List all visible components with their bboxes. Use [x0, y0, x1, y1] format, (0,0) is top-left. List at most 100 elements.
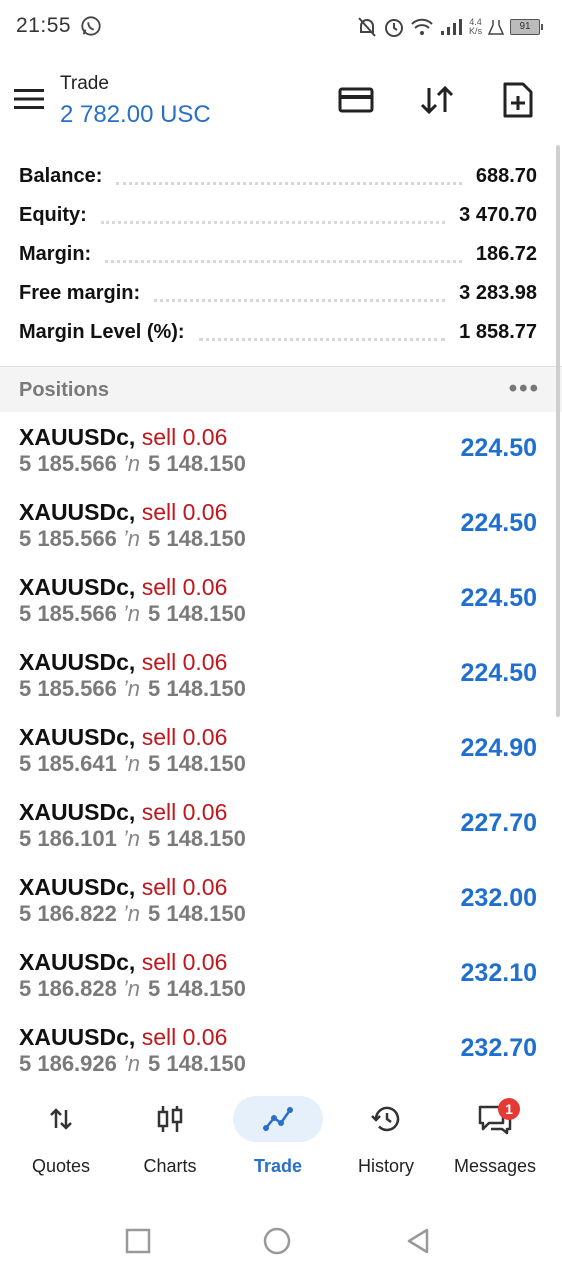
- price-arrow: ’n: [122, 601, 140, 626]
- positions-header: Positions •••: [0, 366, 562, 413]
- position-symbol: XAUUSDc,: [19, 799, 136, 825]
- nav-label: Messages: [453, 1156, 537, 1176]
- open-price: 5 186.828: [19, 976, 117, 1001]
- card-icon: [338, 87, 374, 113]
- position-row[interactable]: XAUUSDc, sell 0.06 5 185.641’n 5 148.150 …: [0, 712, 562, 788]
- sort-button[interactable]: [415, 78, 459, 122]
- position-direction: sell 0.06: [141, 874, 228, 900]
- back-icon[interactable]: [403, 1226, 433, 1256]
- scrollbar[interactable]: [556, 145, 560, 717]
- price-arrow: ’n: [122, 826, 140, 851]
- position-profit: 232.10: [460, 959, 537, 987]
- position-direction: sell 0.06: [141, 574, 228, 600]
- position-row[interactable]: XAUUSDc, sell 0.06 5 185.566’n 5 148.150 …: [0, 412, 562, 488]
- price-arrow: ’n: [122, 1051, 140, 1076]
- menu-icon[interactable]: [14, 88, 44, 110]
- open-price: 5 185.566: [19, 451, 117, 476]
- summary-row-equity: Equity: 3 470.70: [19, 199, 537, 231]
- position-row[interactable]: XAUUSDc, sell 0.06 5 186.828’n 5 148.150 …: [0, 937, 562, 1013]
- summary-label: Margin Level (%):: [19, 320, 185, 343]
- summary-label: Free margin:: [19, 281, 141, 304]
- account-balance-header: 2 782.00 USC: [60, 101, 211, 128]
- position-profit: 224.50: [460, 584, 537, 612]
- nav-label: Trade: [253, 1156, 303, 1176]
- home-icon[interactable]: [262, 1226, 292, 1256]
- position-direction: sell 0.06: [141, 1024, 228, 1050]
- position-row[interactable]: XAUUSDc, sell 0.06 5 186.101’n 5 148.150 …: [0, 787, 562, 863]
- open-price: 5 185.566: [19, 676, 117, 701]
- current-price: 5 148.150: [148, 601, 246, 626]
- deposit-button[interactable]: [334, 78, 378, 122]
- status-bar: 21:55 4.4 K/s 91: [0, 0, 562, 56]
- position-profit: 232.00: [460, 884, 537, 912]
- dotted-leader: [105, 258, 462, 263]
- positions-title: Positions: [19, 379, 110, 401]
- recent-apps-icon[interactable]: [123, 1226, 153, 1256]
- status-time: 21:55: [16, 14, 72, 37]
- position-symbol: XAUUSDc,: [19, 949, 136, 975]
- position-direction: sell 0.06: [141, 949, 228, 975]
- alarm-icon: [384, 19, 403, 37]
- price-arrow: ’n: [122, 751, 140, 776]
- nav-label: Charts: [143, 1156, 197, 1176]
- position-direction: sell 0.06: [141, 649, 228, 675]
- bottom-nav: Quotes Charts Trade History 1 Messages: [0, 1078, 562, 1206]
- bell-off-icon: [358, 17, 376, 37]
- summary-row-margin-level: Margin Level (%): 1 858.77: [19, 316, 537, 348]
- nav-messages[interactable]: 1 Messages: [441, 1096, 549, 1176]
- summary-value: 688.70: [475, 164, 537, 187]
- position-profit: 232.70: [460, 1034, 537, 1062]
- position-symbol: XAUUSDc,: [19, 499, 136, 525]
- flask-icon: [488, 20, 504, 35]
- nav-trade[interactable]: Trade: [224, 1096, 332, 1176]
- app-bar: Trade 2 782.00 USC: [0, 56, 562, 142]
- sort-arrows-icon: [420, 85, 454, 115]
- nav-charts[interactable]: Charts: [116, 1096, 224, 1176]
- network-speed: 4.4 K/s: [468, 17, 482, 36]
- open-price: 5 186.822: [19, 901, 117, 926]
- summary-row-free-margin: Free margin: 3 283.98: [19, 277, 537, 309]
- position-profit: 224.90: [460, 734, 537, 762]
- position-symbol: XAUUSDc,: [19, 574, 136, 600]
- position-direction: sell 0.06: [141, 724, 228, 750]
- position-direction: sell 0.06: [141, 499, 228, 525]
- nav-label: Quotes: [31, 1156, 91, 1176]
- open-price: 5 185.641: [19, 751, 117, 776]
- signal-icon: [440, 19, 462, 35]
- new-order-button[interactable]: [496, 78, 540, 122]
- current-price: 5 148.150: [148, 826, 246, 851]
- more-options-icon[interactable]: •••: [509, 375, 540, 403]
- position-row[interactable]: XAUUSDc, sell 0.06 5 186.926’n 5 148.150 …: [0, 1012, 562, 1088]
- status-icons: 4.4 K/s 91: [357, 14, 543, 40]
- new-order-icon: [503, 82, 533, 118]
- position-row[interactable]: XAUUSDc, sell 0.06 5 185.566’n 5 148.150 …: [0, 487, 562, 563]
- price-arrow: ’n: [122, 451, 140, 476]
- current-price: 5 148.150: [148, 451, 246, 476]
- position-profit: 227.70: [460, 809, 537, 837]
- position-symbol: XAUUSDc,: [19, 649, 136, 675]
- current-price: 5 148.150: [148, 901, 246, 926]
- summary-label: Margin:: [19, 242, 92, 265]
- open-price: 5 186.101: [19, 826, 117, 851]
- nav-label: History: [357, 1156, 414, 1176]
- summary-row-margin: Margin: 186.72: [19, 238, 537, 270]
- position-row[interactable]: XAUUSDc, sell 0.06 5 186.822’n 5 148.150 …: [0, 862, 562, 938]
- summary-label: Equity:: [19, 203, 87, 226]
- summary-value: 3 470.70: [459, 203, 537, 226]
- position-symbol: XAUUSDc,: [19, 1024, 136, 1050]
- position-profit: 224.50: [460, 659, 537, 687]
- position-symbol: XAUUSDc,: [19, 874, 136, 900]
- position-row[interactable]: XAUUSDc, sell 0.06 5 185.566’n 5 148.150 …: [0, 562, 562, 638]
- dotted-leader: [198, 336, 446, 341]
- nav-history[interactable]: History: [332, 1096, 440, 1176]
- position-profit: 224.50: [460, 509, 537, 537]
- dotted-leader: [116, 180, 462, 185]
- open-price: 5 185.566: [19, 526, 117, 551]
- nav-quotes[interactable]: Quotes: [7, 1096, 115, 1176]
- open-price: 5 185.566: [19, 601, 117, 626]
- position-row[interactable]: XAUUSDc, sell 0.06 5 185.566’n 5 148.150 …: [0, 637, 562, 713]
- position-direction: sell 0.06: [141, 799, 228, 825]
- price-arrow: ’n: [122, 676, 140, 701]
- current-price: 5 148.150: [148, 751, 246, 776]
- price-arrow: ’n: [122, 976, 140, 1001]
